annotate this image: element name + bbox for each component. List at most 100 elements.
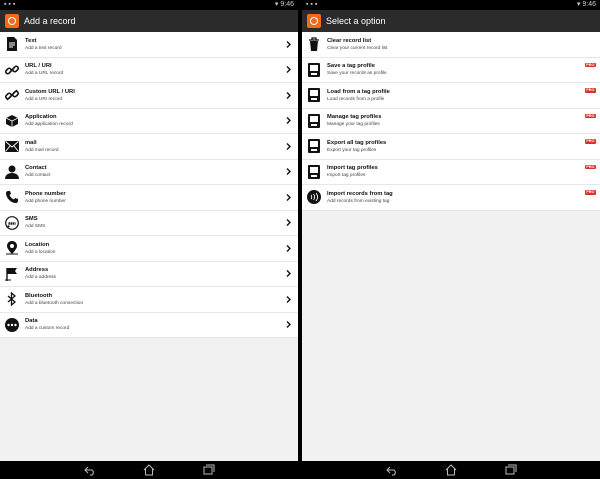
phone-icon [5, 190, 19, 204]
item-title: Import records from tag [327, 190, 393, 197]
nav-bar [302, 461, 600, 479]
import-profile-icon [307, 164, 321, 179]
option-export-tag-profiles[interactable]: Export all tag profiles Export your tag … [302, 134, 600, 160]
record-type-list: Text Add a text record URL / URI Add a U… [0, 32, 298, 338]
nav-bar [0, 461, 298, 479]
select-option-pane: ▪ ▪ ▪ ▾ 9:46 Select a option Clear recor… [302, 0, 600, 479]
recents-button[interactable] [203, 464, 215, 476]
list-item-sms[interactable]: SMS Add SMS [0, 211, 298, 236]
item-title: Phone number [25, 190, 66, 197]
location-pin-icon [5, 241, 19, 255]
item-subtitle: Add a URI record [25, 96, 63, 102]
back-button[interactable] [386, 464, 398, 476]
back-icon [84, 466, 94, 476]
item-title: Bluetooth [25, 292, 53, 299]
page-title: Select a option [326, 16, 386, 26]
option-save-tag-profile[interactable]: Save a tag profile Save your records as … [302, 58, 600, 83]
list-item-application[interactable]: Application Add application record [0, 109, 298, 134]
option-manage-tag-profiles[interactable]: Manage tag profiles Manage your tag prof… [302, 109, 600, 134]
contact-person-icon [5, 165, 19, 179]
item-title: Load from a tag profile [327, 88, 390, 95]
item-title: Manage tag profiles [327, 114, 382, 121]
option-import-records-from-tag[interactable]: Import records from tag Add records from… [302, 185, 600, 211]
more-dots-icon [5, 317, 19, 332]
list-item-phone-number[interactable]: Phone number Add phone number [0, 185, 298, 211]
item-subtitle: Export your tag profiles [327, 147, 377, 153]
pro-badge: PRO [584, 190, 596, 195]
list-item-contact[interactable]: Contact Add contact [0, 160, 298, 185]
option-list: Clear record list Clear your current rec… [302, 32, 600, 211]
home-button[interactable] [445, 464, 457, 476]
item-subtitle: Add a URL record [25, 71, 64, 77]
item-title: Save a tag profile [327, 63, 376, 70]
option-clear-record-list[interactable]: Clear record list Clear your current rec… [302, 32, 600, 58]
list-item-location[interactable]: Location Add a location [0, 236, 298, 262]
item-subtitle: Add SMS [25, 224, 46, 230]
item-subtitle: Add contact [25, 173, 51, 179]
flag-icon [5, 267, 19, 281]
manage-profile-icon [307, 113, 321, 128]
pro-badge: PRO [584, 62, 596, 67]
item-subtitle: Manage your tag profiles [327, 122, 380, 128]
chevron-right-icon [284, 295, 292, 303]
recents-button[interactable] [505, 464, 517, 476]
chevron-right-icon [284, 117, 292, 125]
option-load-tag-profile[interactable]: Load from a tag profile Load records fro… [302, 83, 600, 109]
item-subtitle: Load records from a profile [327, 96, 385, 102]
home-icon [143, 464, 155, 476]
chevron-right-icon [284, 66, 292, 74]
sms-bubble-icon [5, 215, 19, 230]
pro-badge: PRO [584, 139, 596, 144]
app-bar: Add a record [0, 10, 298, 32]
home-icon [445, 464, 457, 476]
app-logo-icon[interactable] [307, 14, 321, 28]
list-item-url[interactable]: URL / URI Add a URL record [0, 58, 298, 83]
item-subtitle: Save your records as profile [327, 71, 387, 77]
list-item-custom-url[interactable]: Custom URL / URI Add a URI record [0, 83, 298, 109]
home-button[interactable] [143, 464, 155, 476]
text-document-icon [5, 37, 19, 52]
item-title: SMS [25, 216, 38, 223]
list-item-address[interactable]: Address Add a address [0, 262, 298, 287]
status-left: ▪ ▪ ▪ [4, 1, 16, 8]
item-title: Contact [25, 165, 47, 172]
item-subtitle: Add a custom record [25, 326, 70, 332]
list-item-data[interactable]: Data Add a custom record [0, 313, 298, 338]
option-import-tag-profiles[interactable]: Import tag profiles Import tag profiles … [302, 160, 600, 185]
chevron-right-icon [284, 40, 292, 48]
list-item-bluetooth[interactable]: Bluetooth Add a bluetooth connection [0, 287, 298, 313]
item-subtitle: Clear your current record list [327, 45, 388, 51]
recents-icon [505, 464, 517, 475]
load-profile-icon [307, 88, 321, 103]
item-subtitle: Add phone number [25, 198, 66, 204]
item-title: Export all tag profiles [327, 139, 387, 146]
package-icon [5, 114, 19, 128]
item-title: Text [25, 37, 37, 44]
custom-link-icon [5, 88, 19, 102]
page-title: Add a record [24, 16, 76, 26]
bluetooth-icon [5, 292, 19, 307]
list-item-text[interactable]: Text Add a text record [0, 32, 298, 58]
nfc-tag-icon [307, 190, 321, 205]
app-logo-icon[interactable] [5, 14, 19, 28]
item-title: Custom URL / URI [25, 88, 75, 95]
back-button[interactable] [84, 464, 96, 476]
pro-badge: PRO [584, 88, 596, 93]
item-title: Data [25, 318, 38, 325]
item-subtitle: Add a bluetooth connection [25, 300, 84, 306]
back-icon [386, 466, 396, 476]
item-title: URL / URI [25, 63, 52, 70]
link-icon [5, 63, 19, 77]
item-subtitle: Add a text record [25, 45, 62, 51]
item-subtitle: Add records from existing tag [327, 198, 390, 204]
chevron-right-icon [284, 168, 292, 176]
save-profile-icon [307, 62, 321, 77]
status-bar: ▪ ▪ ▪ ▾ 9:46 [302, 0, 600, 10]
chevron-right-icon [284, 142, 292, 150]
item-title: Address [25, 267, 49, 274]
list-item-mail[interactable]: mail Add mail record [0, 134, 298, 160]
export-profile-icon [307, 139, 321, 154]
chevron-right-icon [284, 270, 292, 278]
chevron-right-icon [284, 321, 292, 329]
chevron-right-icon [284, 193, 292, 201]
